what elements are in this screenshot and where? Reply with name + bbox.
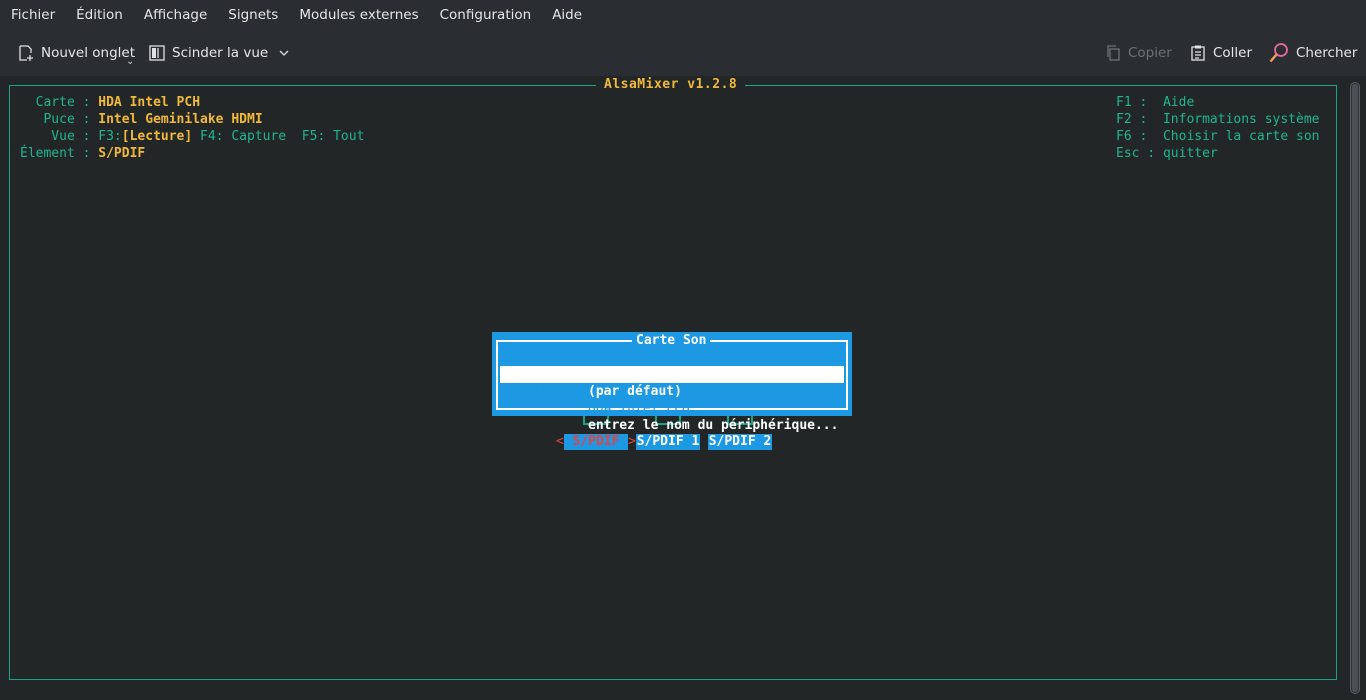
- card-label: Carte :: [20, 95, 99, 110]
- split-view-icon: [149, 45, 165, 61]
- search-label: Chercher: [1296, 45, 1358, 61]
- dialog-row-default[interactable]: - (par défaut): [500, 349, 844, 399]
- paste-button[interactable]: Coller: [1183, 38, 1258, 68]
- channel-left-arrow: <: [556, 434, 564, 449]
- terminal-view[interactable]: AlsaMixer v1.2.8 Carte : HDA Intel PCH P…: [0, 76, 1366, 700]
- frame-title: AlsaMixer v1.2.8: [596, 77, 746, 92]
- menu-signets[interactable]: Signets: [217, 0, 288, 30]
- copy-label: Copier: [1128, 45, 1172, 61]
- dialog-title: Carte Son: [632, 332, 711, 349]
- toolbar: Nouvel onglet ⌄ Scinder la vue Copier Co…: [0, 30, 1366, 76]
- view-current: [Lecture]: [121, 129, 193, 144]
- scrollbar-thumb[interactable]: [1352, 84, 1358, 692]
- row-name: HDA Intel PCH: [588, 401, 690, 416]
- new-tab-button[interactable]: Nouvel onglet: [11, 38, 141, 68]
- chevron-down-icon: [279, 50, 289, 56]
- chip-info: Puce : Intel Geminilake HDMI: [20, 111, 263, 128]
- element-info: Élement : S/PDIF: [20, 145, 145, 162]
- new-tab-chevron-icon[interactable]: ⌄: [126, 56, 134, 67]
- sound-card-dialog: Carte Son - (par défaut) default:0 HDA I…: [492, 332, 852, 433]
- search-button[interactable]: Chercher: [1262, 38, 1363, 68]
- menu-modules-externes[interactable]: Modules externes: [288, 0, 428, 30]
- view-info: Vue : F3:[Lecture] F4: Capture F5: Tout: [20, 128, 364, 145]
- dialog-row-hda-intel[interactable]: default:0 HDA Intel PCH: [500, 366, 844, 416]
- element-value: S/PDIF: [98, 146, 146, 161]
- key-help-f6: F6 : Choisir la carte son: [1116, 129, 1320, 144]
- dialog-row-enter-device[interactable]: entrez le nom du périphérique...: [500, 383, 844, 433]
- channel-label-spdif[interactable]: S/PDIF: [564, 434, 628, 450]
- channel-right-arrow: >: [628, 434, 636, 449]
- chip-value: Intel Geminilake HDMI: [98, 112, 263, 127]
- view-label: Vue :: [20, 129, 99, 144]
- menu-fichier[interactable]: Fichier: [0, 0, 65, 30]
- menu-configuration[interactable]: Configuration: [429, 0, 542, 30]
- element-label: Élement :: [20, 146, 99, 161]
- chip-label: Puce :: [20, 112, 99, 127]
- search-icon: [1269, 43, 1288, 63]
- channel-label-spdif-1[interactable]: S/PDIF 1: [636, 434, 700, 450]
- card-info: Carte : HDA Intel PCH: [20, 94, 200, 111]
- paste-label: Coller: [1213, 45, 1253, 61]
- split-view-label: Scinder la vue: [172, 45, 269, 61]
- key-help-f2: F2 : Informations système: [1116, 112, 1320, 127]
- key-help-esc: Esc : quitter: [1116, 146, 1218, 161]
- view-rest: F4: Capture F5: Tout: [192, 129, 365, 144]
- menu-bar: Fichier Édition Affichage Signets Module…: [0, 0, 1366, 30]
- copy-icon: [1107, 45, 1120, 61]
- new-tab-icon: [19, 45, 33, 61]
- copy-button[interactable]: Copier: [1098, 38, 1178, 68]
- paste-icon: [1191, 45, 1205, 61]
- menu-affichage[interactable]: Affichage: [133, 0, 217, 30]
- view-f3: F3:: [98, 129, 122, 144]
- row-name: entrez le nom du périphérique...: [588, 418, 839, 433]
- terminal-scrollbar[interactable]: [1350, 82, 1360, 694]
- channel-label-spdif-2[interactable]: S/PDIF 2: [708, 434, 772, 450]
- split-view-button[interactable]: Scinder la vue: [142, 38, 302, 68]
- menu-aide[interactable]: Aide: [541, 0, 592, 30]
- menu-edition[interactable]: Édition: [65, 0, 133, 30]
- card-value: HDA Intel PCH: [98, 95, 201, 110]
- key-help-f1: F1 : Aide: [1116, 95, 1195, 110]
- new-tab-label: Nouvel onglet: [41, 45, 135, 61]
